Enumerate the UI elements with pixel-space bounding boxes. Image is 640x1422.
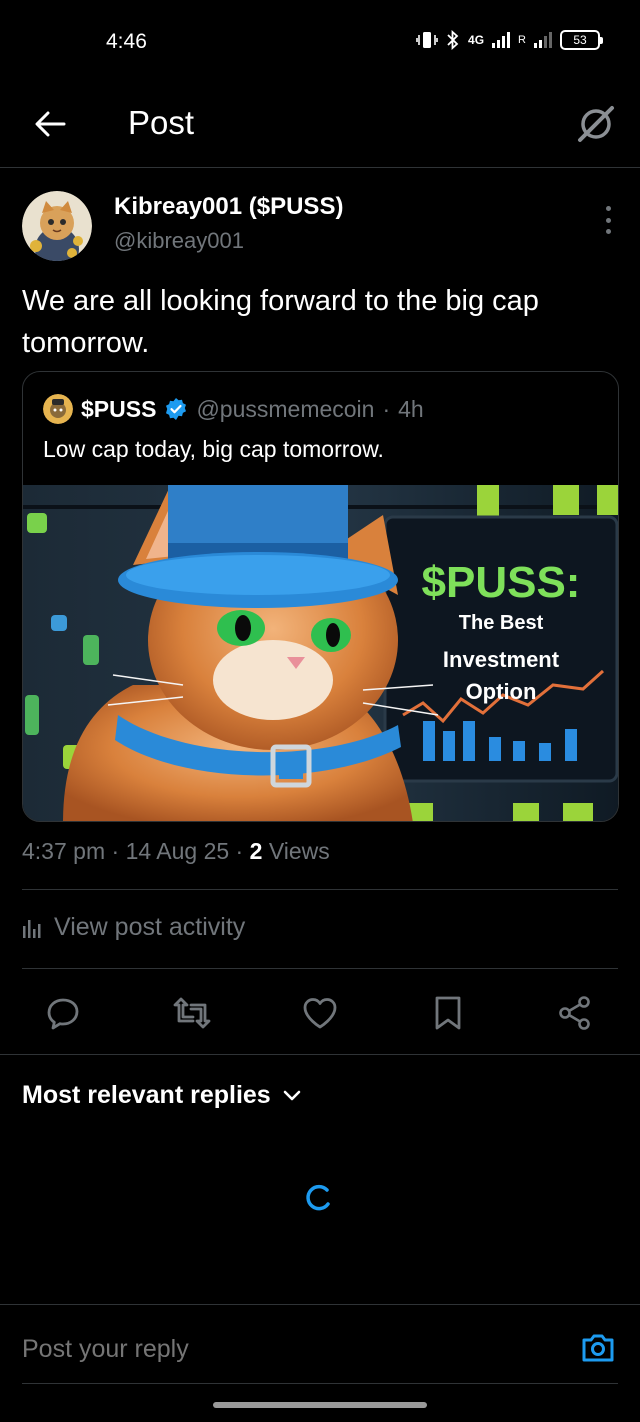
views-label: Views: [268, 838, 330, 864]
repost-icon: [173, 997, 211, 1029]
quoted-post-age: 4h: [398, 395, 424, 422]
analytics-icon: [23, 919, 41, 938]
reply-input[interactable]: [22, 1335, 344, 1364]
post-meta: 4:37 pm · 14 Aug 25 · 2 Views: [22, 838, 330, 864]
grok-button[interactable]: [574, 102, 618, 146]
divider: [22, 968, 618, 969]
image-line-3: Option: [466, 679, 537, 704]
home-indicator[interactable]: [213, 1402, 427, 1408]
quoted-post-header: $PUSS @pussmemecoin · 4h: [43, 394, 424, 424]
roaming-label: R: [518, 34, 526, 46]
post-time: 4:37 pm: [22, 838, 106, 864]
arrow-left-icon: [35, 111, 66, 137]
quoted-post-text: Low cap today, big cap tomorrow.: [43, 436, 384, 462]
camera-icon: [582, 1334, 614, 1362]
image-headline: $PUSS:: [422, 558, 581, 607]
more-dot-icon: [605, 206, 611, 211]
bluetooth-icon: [447, 30, 459, 50]
more-options-button[interactable]: [602, 206, 614, 234]
image-line-2: Investment: [443, 647, 560, 672]
cat-avatar-image: [22, 191, 92, 261]
reply-sort-dropdown[interactable]: Most relevant replies: [22, 1081, 301, 1110]
vibrate-icon: [416, 32, 438, 48]
camera-button[interactable]: [580, 1330, 616, 1366]
back-button[interactable]: [30, 104, 70, 144]
post-actions-bar: [0, 990, 640, 1036]
battery-level: 53: [573, 33, 587, 47]
status-time: 4:46: [106, 30, 147, 53]
reply-composer: [0, 1304, 640, 1384]
network-type: 4G: [468, 33, 485, 47]
image-line-1: The Best: [459, 612, 544, 634]
chevron-down-icon: [283, 1090, 301, 1100]
reply-sort-label: Most relevant replies: [22, 1081, 271, 1109]
divider: [0, 1054, 640, 1055]
more-dot-icon: [605, 229, 611, 234]
quoted-author-handle: @pussmemecoin: [196, 395, 375, 422]
verified-badge-icon: [166, 398, 187, 420]
page-title: Post: [128, 104, 195, 141]
repost-button[interactable]: [169, 990, 215, 1036]
author-avatar[interactable]: [22, 191, 92, 261]
grok-icon: [578, 106, 614, 142]
bookmark-icon: [435, 996, 461, 1030]
activity-label: View post activity: [54, 913, 246, 941]
views-count: 2: [249, 838, 263, 864]
like-button[interactable]: [297, 990, 343, 1036]
signal-icon-2: [534, 32, 552, 48]
signal-icon: [492, 32, 511, 48]
reply-button[interactable]: [40, 990, 86, 1036]
quoted-separator: ·: [382, 395, 391, 422]
post-date: 14 Aug 25: [125, 838, 230, 864]
status-icons: 4G R 53: [416, 30, 603, 50]
more-dot-icon: [605, 217, 611, 223]
quoted-post-image[interactable]: $PUSS: The Best Investment Option: [23, 485, 619, 822]
quoted-avatar: [43, 394, 73, 424]
heart-icon: [303, 998, 337, 1029]
quoted-post[interactable]: $PUSS @pussmemecoin · 4h Low cap today, …: [22, 371, 619, 822]
divider: [22, 889, 618, 890]
view-post-activity-link[interactable]: View post activity: [22, 913, 245, 942]
loading-spinner-icon: [306, 1184, 330, 1211]
share-icon: [559, 996, 590, 1030]
cat-avatar-icon: [43, 394, 73, 424]
bookmark-button[interactable]: [425, 990, 471, 1036]
status-bar: 4:46 4G R 53: [0, 0, 640, 84]
reply-input-underline: [22, 1383, 618, 1384]
battery-icon: 53: [560, 30, 603, 50]
author-name[interactable]: Kibreay001 ($PUSS): [114, 193, 343, 221]
share-button[interactable]: [552, 990, 598, 1036]
post-text: We are all looking forward to the big ca…: [22, 285, 539, 359]
author-handle[interactable]: @kibreay001: [114, 228, 244, 254]
reply-icon: [47, 998, 79, 1030]
quoted-author-name: $PUSS: [81, 395, 157, 422]
top-app-bar: Post: [0, 84, 640, 168]
